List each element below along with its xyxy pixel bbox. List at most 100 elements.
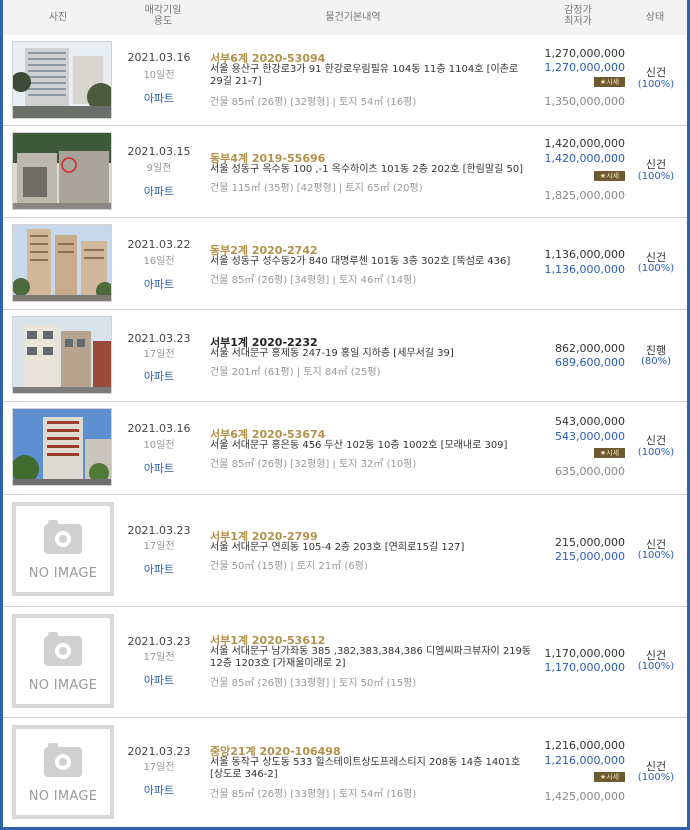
no-image-label: NO IMAGE <box>28 566 98 581</box>
appraisal-price: 1,170,000,000 <box>544 647 625 660</box>
area-info: 건물 201㎡ (61평) | 토지 84㎡ (25평) <box>210 367 381 378</box>
table-row[interactable]: 2021.03.16 10일전 아파트 서부6계 2020-53674 서울 서… <box>3 402 687 495</box>
property-photo[interactable] <box>12 41 112 119</box>
header-price: 감정가 최저가 <box>543 5 613 27</box>
status-label: 신건 <box>645 66 667 79</box>
market-badge-label: 시세 <box>606 449 620 457</box>
no-image-label: NO IMAGE <box>28 789 98 804</box>
usage-type-link[interactable]: 아파트 <box>119 90 199 106</box>
market-price: 1,350,000,000 <box>544 95 625 108</box>
appraisal-price: 1,420,000,000 <box>544 137 625 150</box>
minimum-price: 1,216,000,000 <box>544 754 625 767</box>
table-row[interactable]: NO IMAGE 2021.03.23 17일전 아파트 서부1계 2020-5… <box>3 607 687 718</box>
sale-date: 2021.03.16 <box>127 51 191 64</box>
usage-type-link[interactable]: 아파트 <box>119 782 199 798</box>
appraisal-price: 215,000,000 <box>555 536 625 549</box>
price-rate: (100%) <box>637 79 675 90</box>
address: 서울 서대문구 연희동 105-4 2층 203호 [연희로15길 127] <box>210 542 465 553</box>
market-price-badge[interactable]: ★시세 <box>594 77 625 87</box>
table-row[interactable]: NO IMAGE 2021.03.23 17일전 아파트 중앙21계 2020-… <box>3 718 687 827</box>
camera-icon <box>44 743 82 777</box>
sale-date: 2021.03.15 <box>127 145 191 158</box>
table-row[interactable]: 2021.03.23 17일전 아파트 서부1계 2020-2232 서울 서대… <box>3 310 687 402</box>
no-image-placeholder[interactable]: NO IMAGE <box>12 502 114 596</box>
address: 서울 서대문구 홍제동 247-19 홍일 지하층 [세무서길 39] <box>210 348 454 359</box>
status-label: 신건 <box>645 158 667 171</box>
header-info: 물건기본내역 <box>325 12 381 23</box>
price-rate: (100%) <box>637 171 675 182</box>
sale-date: 2021.03.23 <box>127 524 191 537</box>
camera-icon <box>44 632 82 666</box>
header-type: 용도 <box>153 16 173 27</box>
table-row[interactable]: 2021.03.16 10일전 아파트 서부6계 2020-53094 서울 용… <box>3 35 687 126</box>
price-rate: (100%) <box>637 661 675 672</box>
address: 서울 성동구 성수동2가 840 대명루첸 101동 3층 302호 [뚝섬로 … <box>210 256 511 267</box>
table-row[interactable]: NO IMAGE 2021.03.23 17일전 아파트 서부1계 2020-2… <box>3 495 687 607</box>
address: 서울 서대문구 홍은동 456 두산 102동 10층 1002호 [모래내로 … <box>210 440 508 451</box>
sale-date: 2021.03.23 <box>127 635 191 648</box>
market-badge-label: 시세 <box>606 172 620 180</box>
days-left: 17일전 <box>143 762 175 773</box>
market-price: 635,000,000 <box>555 465 625 478</box>
address: 서울 용산구 한강로3가 91 한강로우림필유 104동 11층 1104호 [… <box>210 64 519 87</box>
days-left: 10일전 <box>143 440 175 451</box>
sale-date: 2021.03.23 <box>127 745 191 758</box>
price-rate: (100%) <box>637 447 675 458</box>
appraisal-price: 1,136,000,000 <box>544 248 625 261</box>
market-price-badge[interactable]: ★시세 <box>594 448 625 458</box>
appraisal-price: 543,000,000 <box>555 415 625 428</box>
header-minprice: 최저가 <box>564 16 592 27</box>
usage-type-link[interactable]: 아파트 <box>119 183 199 199</box>
minimum-price: 689,600,000 <box>555 356 625 369</box>
usage-type-link[interactable]: 아파트 <box>119 672 199 688</box>
minimum-price: 1,136,000,000 <box>544 263 625 276</box>
usage-type-link[interactable]: 아파트 <box>119 561 199 577</box>
table-row[interactable]: 2021.03.22 16일전 아파트 동부2계 2020-2742 서울 성동… <box>3 218 687 310</box>
days-left: 17일전 <box>143 652 175 663</box>
days-left: 16일전 <box>143 256 175 267</box>
property-photo[interactable] <box>12 132 112 210</box>
sale-date: 2021.03.23 <box>127 332 191 345</box>
minimum-price: 215,000,000 <box>555 550 625 563</box>
market-badge-label: 시세 <box>606 773 620 781</box>
header-date-type: 매각기일 용도 <box>123 5 203 27</box>
property-photo[interactable] <box>12 408 112 486</box>
appraisal-price: 1,270,000,000 <box>544 47 625 60</box>
minimum-price: 1,170,000,000 <box>544 661 625 674</box>
price-rate: (100%) <box>637 772 675 783</box>
market-price-badge[interactable]: ★시세 <box>594 772 625 782</box>
usage-type-link[interactable]: 아파트 <box>119 460 199 476</box>
property-photo[interactable] <box>12 224 112 302</box>
area-info: 건물 50㎡ (15평) | 토지 21㎡ (6평) <box>210 561 368 572</box>
days-left: 17일전 <box>143 349 175 360</box>
area-info: 건물 85㎡ (26평) [32평형] | 토지 54㎡ (16평) <box>210 97 417 108</box>
status-label: 신건 <box>645 434 667 447</box>
market-price: 1,825,000,000 <box>544 189 625 202</box>
table-row[interactable]: 2021.03.15 9일전 아파트 동부4계 2019-55696 서울 성동… <box>3 126 687 218</box>
days-left: 9일전 <box>146 163 172 174</box>
sale-date: 2021.03.22 <box>127 238 191 251</box>
header-date: 매각기일 <box>144 5 182 16</box>
area-info: 건물 85㎡ (26평) [33평형] | 토지 50㎡ (15평) <box>210 678 417 689</box>
minimum-price: 1,420,000,000 <box>544 152 625 165</box>
appraisal-price: 862,000,000 <box>555 342 625 355</box>
property-photo[interactable] <box>12 316 112 394</box>
table-header: 사진 매각기일 용도 물건기본내역 감정가 최저가 상태 <box>3 0 687 36</box>
header-appraisal: 감정가 <box>564 5 592 16</box>
minimum-price: 1,270,000,000 <box>544 61 625 74</box>
minimum-price: 543,000,000 <box>555 430 625 443</box>
market-price-badge[interactable]: ★시세 <box>594 171 625 181</box>
sale-date: 2021.03.16 <box>127 422 191 435</box>
days-left: 10일전 <box>143 70 175 81</box>
no-image-label: NO IMAGE <box>28 678 98 693</box>
usage-type-link[interactable]: 아파트 <box>119 276 199 292</box>
header-status: 상태 <box>645 12 665 23</box>
market-price: 1,425,000,000 <box>544 790 625 803</box>
address: 서울 서대문구 남가좌동 385 ,382,383,384,386 디엠씨파크뷰… <box>210 646 532 669</box>
no-image-placeholder[interactable]: NO IMAGE <box>12 614 114 708</box>
no-image-placeholder[interactable]: NO IMAGE <box>12 725 114 819</box>
area-info: 건물 85㎡ (26평) [34평형] | 토지 46㎡ (14평) <box>210 275 417 286</box>
usage-type-link[interactable]: 아파트 <box>119 368 199 384</box>
address: 서울 성동구 옥수동 100 ,-1 옥수하이츠 101동 2층 202호 [한… <box>210 164 524 175</box>
days-left: 17일전 <box>143 541 175 552</box>
